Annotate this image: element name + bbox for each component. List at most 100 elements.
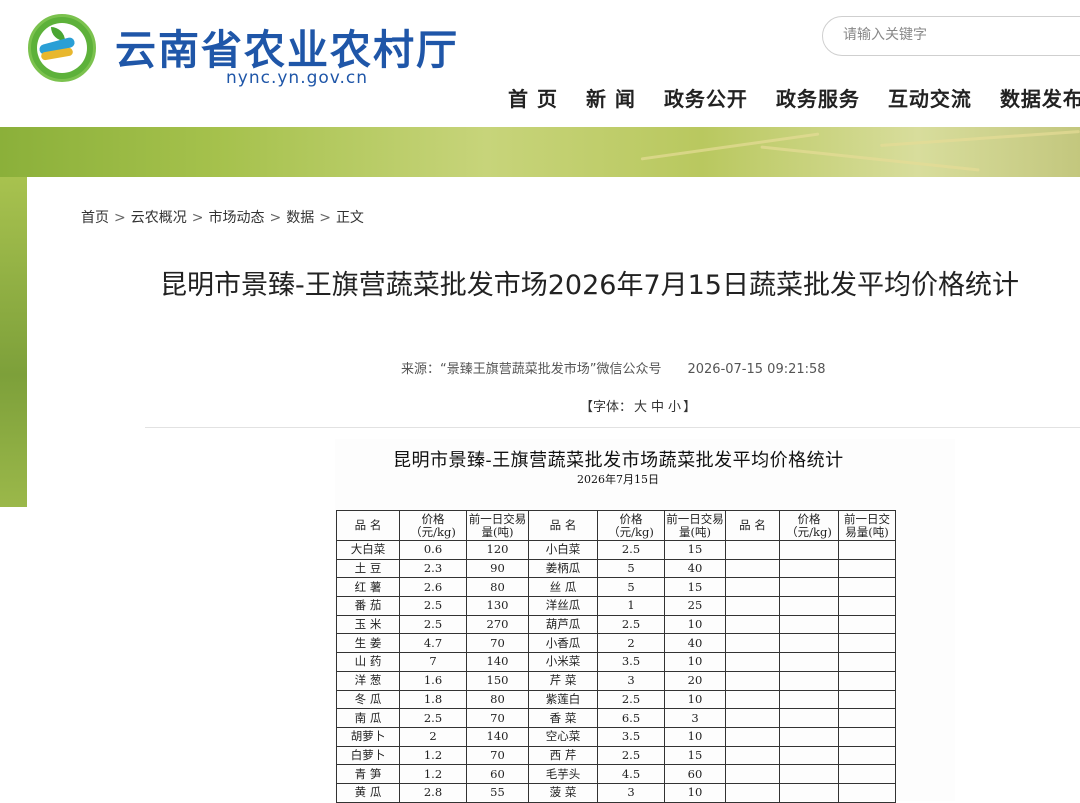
table-cell: 3 bbox=[597, 782, 665, 803]
site-header: 云南省农业农村厅 nync.yn.gov.cn 首 页 新 闻 政务公开 政务服… bbox=[0, 0, 1080, 127]
table-cell bbox=[779, 764, 839, 784]
table-row: 白萝卜 1.2 70 西 芹 2.5 15 bbox=[336, 745, 896, 766]
breadcrumb-current: 正文 bbox=[335, 210, 364, 226]
table-cell bbox=[725, 745, 780, 766]
table-cell: 5 bbox=[597, 577, 665, 598]
table-cell bbox=[838, 764, 896, 784]
table-cell: 红 薯 bbox=[336, 577, 400, 598]
nav-interaction[interactable]: 互动交流 bbox=[888, 83, 972, 112]
table-cell: 7 bbox=[399, 652, 467, 672]
font-medium-button[interactable]: 中 bbox=[651, 400, 664, 415]
table-cell bbox=[725, 689, 780, 710]
table-cell: 40 bbox=[664, 633, 726, 654]
table-header-cell: 前一日交易量(吨) bbox=[466, 510, 529, 541]
font-small-button[interactable]: 小 bbox=[668, 400, 681, 415]
table-cell: 葫芦瓜 bbox=[528, 614, 598, 635]
nav-news[interactable]: 新 闻 bbox=[586, 83, 636, 112]
table-cell bbox=[838, 652, 896, 672]
table-cell bbox=[725, 614, 780, 635]
table-cell: 2.8 bbox=[399, 782, 467, 803]
table-cell: 55 bbox=[466, 782, 529, 803]
table-header-cell: 价格（元/kg) bbox=[779, 510, 839, 541]
table-cell bbox=[725, 633, 780, 654]
table-cell: 2.6 bbox=[399, 577, 467, 598]
table-cell: 小米菜 bbox=[528, 652, 598, 672]
table-cell: 毛芋头 bbox=[528, 764, 598, 784]
table-header-row: 品 名 价格（元/kg) 前一日交易量(吨) 品 名 价格（元/kg) 前一日交… bbox=[336, 510, 896, 541]
breadcrumb-home[interactable]: 首页 bbox=[81, 210, 109, 226]
table-cell bbox=[838, 782, 896, 803]
table-cell bbox=[838, 540, 896, 560]
table-header-cell: 品 名 bbox=[336, 510, 400, 541]
table-cell: 270 bbox=[466, 614, 529, 635]
table-cell bbox=[725, 670, 780, 691]
site-title[interactable]: 云南省农业农村厅 bbox=[115, 16, 459, 76]
table-cell: 1.6 bbox=[399, 670, 467, 691]
nav-gov-services[interactable]: 政务服务 bbox=[776, 83, 860, 112]
table-cell bbox=[779, 596, 839, 616]
table-row: 黄 瓜 2.8 55 菠 菜 3 10 bbox=[336, 782, 896, 803]
table-cell: 洋 葱 bbox=[336, 670, 400, 691]
table-cell: 60 bbox=[664, 764, 726, 784]
table-cell: 西 芹 bbox=[528, 745, 598, 766]
price-table-image: 昆明市景臻-王旗营蔬菜批发市场蔬菜批发平均价格统计 2026年7月15日 品 名… bbox=[335, 439, 955, 803]
table-row: 土 豆 2.3 90 姜柄瓜 5 40 bbox=[336, 558, 896, 579]
table-header-cell: 品 名 bbox=[725, 510, 780, 541]
table-cell: 2.5 bbox=[597, 540, 665, 560]
table-cell: 1 bbox=[597, 596, 665, 616]
table-cell: 10 bbox=[664, 689, 726, 710]
table-cell bbox=[838, 596, 896, 616]
search-box[interactable] bbox=[822, 16, 1080, 56]
table-cell: 1.2 bbox=[399, 764, 467, 784]
table-cell: 80 bbox=[466, 577, 529, 598]
background-decoration bbox=[0, 177, 27, 507]
table-row: 大白菜 0.6 120 小白菜 2.5 15 bbox=[336, 540, 896, 560]
table-cell: 2.5 bbox=[399, 708, 467, 728]
table-cell: 130 bbox=[466, 596, 529, 616]
table-cell: 紫莲白 bbox=[528, 689, 598, 710]
table-cell: 10 bbox=[664, 726, 726, 747]
table-row: 番 茄 2.5 130 洋丝瓜 1 25 bbox=[336, 596, 896, 616]
table-row: 生 姜 4.7 70 小香瓜 2 40 bbox=[336, 633, 896, 654]
table-cell: 土 豆 bbox=[336, 558, 400, 579]
nav-home[interactable]: 首 页 bbox=[508, 83, 558, 112]
nav-gov-affairs[interactable]: 政务公开 bbox=[664, 83, 748, 112]
breadcrumb-data[interactable]: 数据 bbox=[286, 210, 314, 226]
table-cell: 150 bbox=[466, 670, 529, 691]
table-cell bbox=[725, 577, 780, 598]
table-cell: 1.2 bbox=[399, 745, 467, 766]
table-cell: 80 bbox=[466, 689, 529, 710]
banner-image bbox=[0, 127, 1080, 177]
table-cell bbox=[838, 745, 896, 766]
breadcrumb-separator: > bbox=[269, 210, 282, 226]
font-large-button[interactable]: 大 bbox=[634, 400, 647, 415]
nav-data-release[interactable]: 数据发布 bbox=[1000, 83, 1080, 112]
table-row: 山 药 7 140 小米菜 3.5 10 bbox=[336, 652, 896, 672]
table-cell: 60 bbox=[466, 764, 529, 784]
table-cell: 3.5 bbox=[597, 726, 665, 747]
table-cell: 140 bbox=[466, 726, 529, 747]
table-row: 红 薯 2.6 80 丝 瓜 5 15 bbox=[336, 577, 896, 598]
main-nav: 首 页 新 闻 政务公开 政务服务 互动交流 数据发布 bbox=[508, 83, 1080, 112]
table-cell: 小白菜 bbox=[528, 540, 598, 560]
search-input[interactable] bbox=[841, 26, 1065, 44]
table-cell: 25 bbox=[664, 596, 726, 616]
table-row: 玉 米 2.5 270 葫芦瓜 2.5 10 bbox=[336, 614, 896, 635]
table-cell bbox=[725, 764, 780, 784]
table-cell bbox=[779, 745, 839, 766]
table-cell: 10 bbox=[664, 782, 726, 803]
table-row: 南 瓜 2.5 70 香 菜 6.5 3 bbox=[336, 708, 896, 728]
table-cell bbox=[725, 558, 780, 579]
table-cell bbox=[838, 558, 896, 579]
table-cell: 芹 菜 bbox=[528, 670, 598, 691]
breadcrumb-market[interactable]: 市场动态 bbox=[208, 210, 264, 226]
table-cell: 70 bbox=[466, 633, 529, 654]
site-logo-icon[interactable] bbox=[28, 14, 96, 82]
table-cell bbox=[779, 614, 839, 635]
table-cell: 青 笋 bbox=[336, 764, 400, 784]
table-cell: 冬 瓜 bbox=[336, 689, 400, 710]
table-cell: 140 bbox=[466, 652, 529, 672]
breadcrumb-overview[interactable]: 云农概况 bbox=[131, 210, 187, 226]
table-cell: 空心菜 bbox=[528, 726, 598, 747]
table-cell: 4.5 bbox=[597, 764, 665, 784]
